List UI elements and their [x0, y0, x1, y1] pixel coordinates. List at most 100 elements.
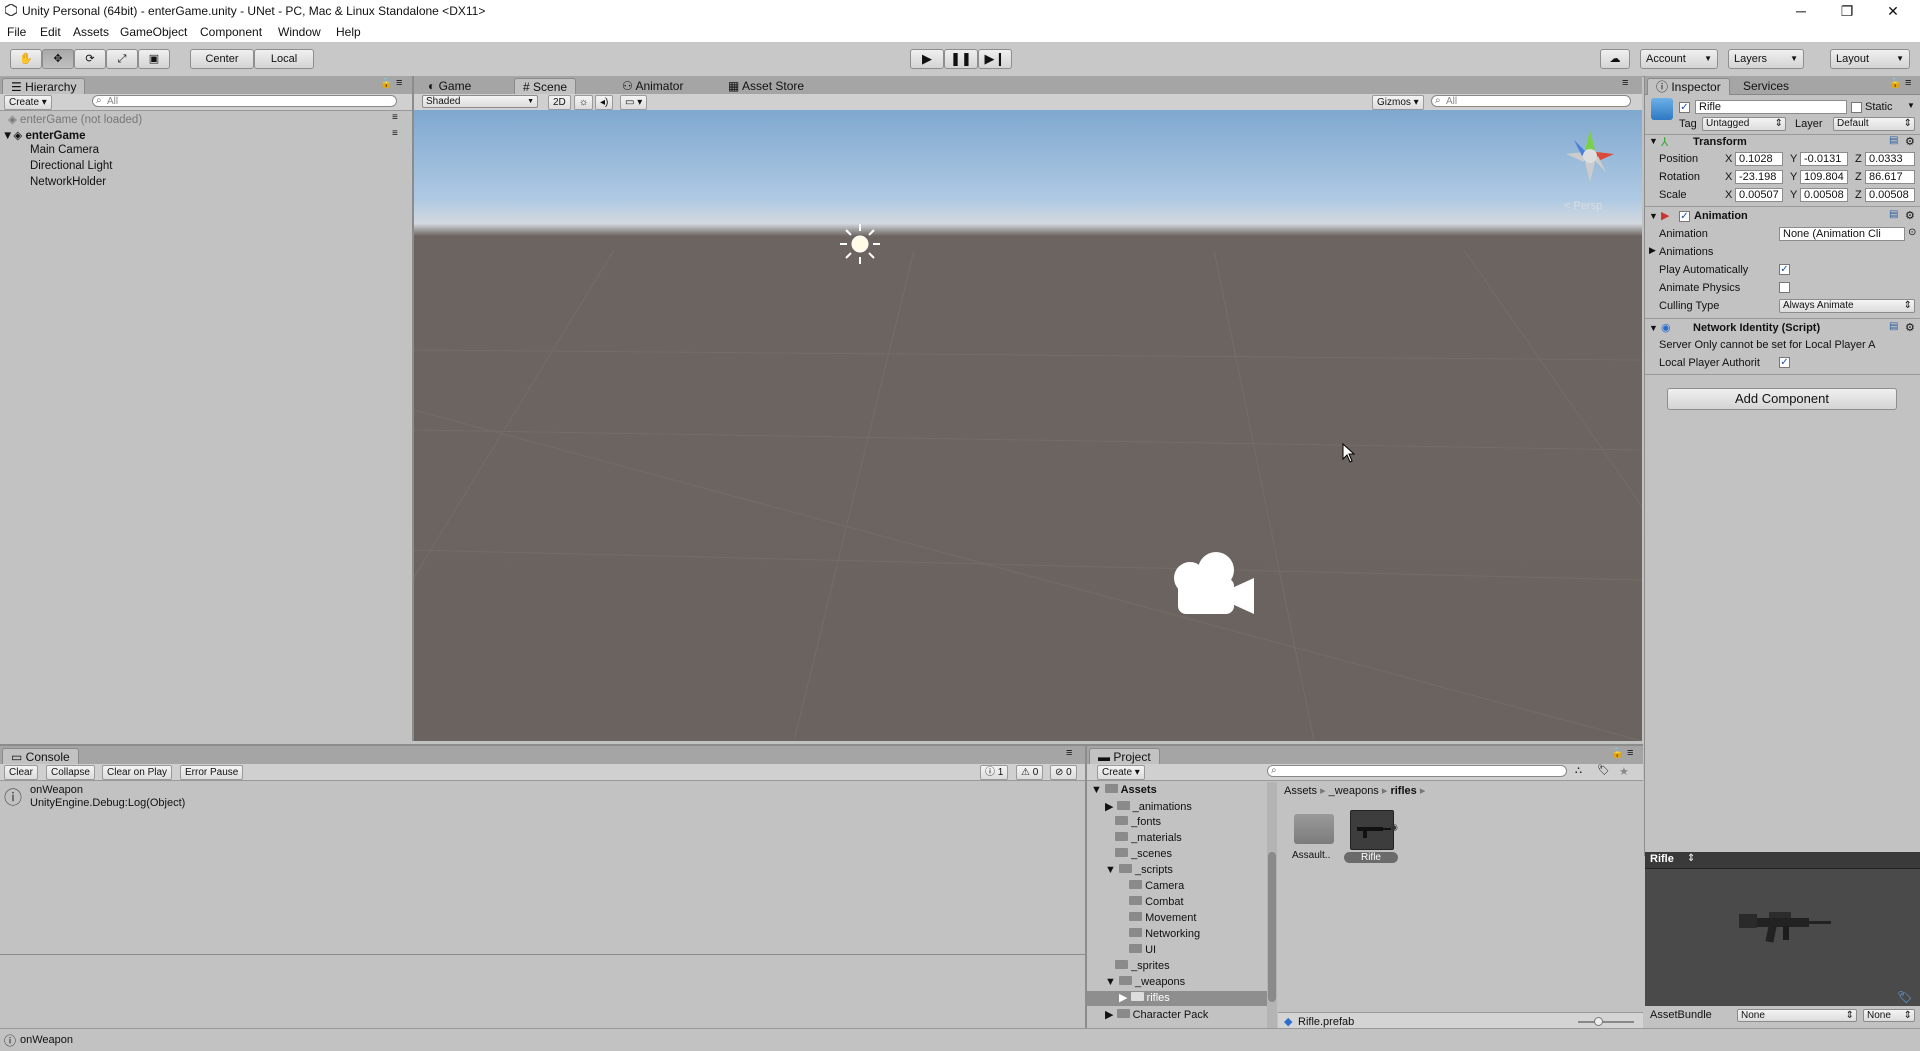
layer-dropdown[interactable]: Default ⇕: [1833, 117, 1915, 131]
console-clear-button[interactable]: Clear: [4, 765, 38, 780]
scene-viewport[interactable]: < Persp: [414, 110, 1642, 741]
assetbundle-variant-dropdown[interactable]: None ⇕: [1863, 1009, 1915, 1022]
breadcrumb-rifles[interactable]: rifles: [1390, 785, 1416, 797]
orientation-gizmo-icon[interactable]: [1550, 116, 1630, 196]
tab-scene[interactable]: # Scene: [514, 78, 577, 95]
menu-help[interactable]: Help: [336, 25, 361, 39]
object-name-field[interactable]: Rifle: [1695, 100, 1847, 114]
audio-toggle[interactable]: ◂): [595, 95, 614, 110]
pivot-center-button[interactable]: Center: [190, 49, 254, 69]
minimize-button[interactable]: ─: [1778, 0, 1824, 22]
lock-icon[interactable]: 🔒: [380, 78, 392, 89]
panel-menu-icon[interactable]: ≡: [396, 77, 402, 89]
console-collapse-button[interactable]: Collapse: [46, 765, 95, 780]
hierarchy-item-main-camera[interactable]: Main Camera: [30, 144, 99, 156]
tree-item-networking[interactable]: Networking: [1129, 928, 1200, 940]
foldout-closed-icon[interactable]: ▶: [1649, 245, 1656, 256]
icon-size-slider-thumb[interactable]: [1594, 1017, 1603, 1026]
tab-game[interactable]: ◐ Game: [420, 78, 480, 94]
local-player-authority-checkbox[interactable]: ✓: [1779, 357, 1790, 368]
hierarchy-item-directional-light[interactable]: Directional Light: [30, 160, 112, 172]
play-automatically-checkbox[interactable]: ✓: [1779, 264, 1790, 275]
effects-dropdown[interactable]: ▭ ▾: [620, 95, 648, 110]
gizmos-dropdown[interactable]: Gizmos ▾: [1372, 95, 1424, 110]
menu-assets[interactable]: Assets: [73, 25, 109, 39]
tree-item-movement[interactable]: Movement: [1129, 912, 1196, 924]
layout-dropdown[interactable]: Layout ▼: [1830, 49, 1910, 69]
hierarchy-create-button[interactable]: Create ▾: [4, 95, 52, 110]
position-z-field[interactable]: 0.0333: [1865, 152, 1915, 166]
camera-gizmo-icon[interactable]: [1166, 548, 1266, 624]
preview-dropdown-icon[interactable]: ⇕: [1687, 853, 1695, 864]
scene-search-input[interactable]: All: [1431, 95, 1631, 107]
console-log-entry[interactable]: ⓘ onWeapon UnityEngine.Debug:Log(Object): [0, 782, 1085, 812]
tab-console[interactable]: ▭ Console: [2, 748, 79, 765]
rotation-z-field[interactable]: 86.617: [1865, 170, 1915, 184]
shading-mode-dropdown[interactable]: Shaded ▼: [422, 95, 538, 108]
scale-tool-button[interactable]: ⤢: [106, 49, 138, 69]
rotate-tool-button[interactable]: ⟳: [74, 49, 106, 69]
tab-inspector[interactable]: ⓘ Inspector: [1647, 78, 1730, 95]
layers-dropdown[interactable]: Layers ▼: [1728, 49, 1804, 69]
rotation-x-field[interactable]: -23.198: [1735, 170, 1783, 184]
tree-item-combat[interactable]: Combat: [1129, 896, 1184, 908]
panel-menu-icon[interactable]: ≡: [1622, 77, 1628, 89]
project-search-input[interactable]: [1267, 765, 1567, 777]
scale-z-field[interactable]: 0.00508: [1865, 188, 1915, 202]
animate-physics-checkbox[interactable]: [1779, 282, 1790, 293]
asset-item-folder[interactable]: Assault..: [1292, 810, 1336, 874]
scene-row-entergame[interactable]: ▼◈ enterGame: [2, 128, 86, 142]
rotation-y-field[interactable]: 109.804: [1800, 170, 1848, 184]
tree-scrollbar[interactable]: [1267, 782, 1277, 1030]
tree-item-animations[interactable]: ▶ _animations: [1105, 800, 1192, 813]
tab-animator[interactable]: ⚇ Animator: [614, 78, 692, 94]
position-y-field[interactable]: -0.0131: [1800, 152, 1848, 166]
collab-cloud-button[interactable]: ☁: [1600, 49, 1630, 69]
search-by-label-icon[interactable]: 🏷: [1597, 765, 1610, 776]
foldout-open-icon[interactable]: ▼: [1649, 211, 1658, 221]
hierarchy-item-networkholder[interactable]: NetworkHolder: [30, 176, 106, 188]
account-dropdown[interactable]: Account ▼: [1640, 49, 1718, 69]
breadcrumb-assets[interactable]: Assets: [1284, 785, 1317, 797]
scale-x-field[interactable]: 0.00507: [1735, 188, 1783, 202]
foldout-open-icon[interactable]: ▼: [1649, 136, 1658, 146]
culling-type-dropdown[interactable]: Always Animate ⇕: [1779, 299, 1915, 313]
scene-menu-icon[interactable]: ≡: [392, 128, 398, 139]
console-clear-on-play-button[interactable]: Clear on Play: [102, 765, 173, 780]
foldout-open-icon[interactable]: ▼: [1649, 323, 1658, 333]
panel-menu-icon[interactable]: ≡: [1066, 747, 1072, 759]
asset-item-rifle-prefab[interactable]: ◉ Rifle: [1344, 808, 1398, 876]
console-error-pause-button[interactable]: Error Pause: [180, 765, 244, 780]
directional-light-gizmo-icon[interactable]: [836, 220, 884, 268]
panel-menu-icon[interactable]: ≡: [1905, 77, 1911, 89]
menu-gameobject[interactable]: GameObject: [120, 25, 187, 39]
help-book-icon[interactable]: ▤: [1889, 209, 1898, 220]
scene-row-not-loaded[interactable]: ◈ enterGame (not loaded): [8, 112, 142, 126]
settings-gear-icon[interactable]: ⚙: [1905, 321, 1915, 334]
menu-edit[interactable]: Edit: [40, 25, 61, 39]
search-by-type-icon[interactable]: ⛬: [1575, 765, 1582, 776]
tree-item-assets[interactable]: ▼ Assets: [1091, 784, 1157, 796]
console-info-filter[interactable]: ⓘ 1: [980, 765, 1009, 780]
lock-icon[interactable]: 🔒: [1611, 748, 1623, 759]
asset-label-icon[interactable]: 🏷: [1897, 990, 1912, 1004]
tree-item-rifles[interactable]: ▶ rifles: [1087, 991, 1267, 1006]
tree-item-materials[interactable]: _materials: [1115, 832, 1182, 844]
2d-toggle[interactable]: 2D: [548, 95, 571, 110]
icon-size-slider[interactable]: [1578, 1017, 1634, 1026]
help-book-icon[interactable]: ▤: [1889, 321, 1898, 332]
tree-item-ui[interactable]: UI: [1129, 944, 1156, 956]
animation-clip-field[interactable]: None (Animation Cli: [1779, 227, 1905, 241]
menu-file[interactable]: File: [7, 25, 26, 39]
console-warning-filter[interactable]: ⚠ 0: [1016, 765, 1044, 780]
help-book-icon[interactable]: ▤: [1889, 135, 1898, 146]
favorite-star-icon[interactable]: ★: [1619, 765, 1629, 778]
project-create-button[interactable]: Create ▾: [1097, 765, 1145, 780]
scene-menu-icon[interactable]: ≡: [392, 112, 398, 123]
pause-button[interactable]: ❚❚: [944, 49, 978, 69]
tab-services[interactable]: Services: [1735, 78, 1798, 94]
move-tool-button[interactable]: ✥: [42, 49, 74, 69]
hierarchy-search-input[interactable]: All: [92, 95, 397, 107]
lighting-toggle[interactable]: ☼: [574, 95, 594, 110]
projection-label[interactable]: < Persp: [1564, 200, 1602, 212]
